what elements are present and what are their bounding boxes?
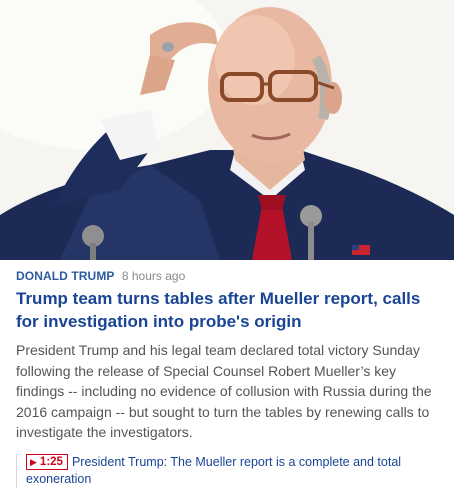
video-duration-badge[interactable]: ▶ 1:25 <box>26 454 68 470</box>
article-meta: DONALD TRUMP 8 hours ago <box>16 268 185 284</box>
play-icon: ▶ <box>30 457 37 467</box>
article-card: DONALD TRUMP 8 hours ago Trump team turn… <box>0 0 454 498</box>
article-summary: President Trump and his legal team decla… <box>16 342 432 440</box>
article-headline[interactable]: Trump team turns tables after Mueller re… <box>16 287 446 333</box>
video-title[interactable]: President Trump: The Mueller report is a… <box>26 455 401 486</box>
timestamp: 8 hours ago <box>121 269 186 283</box>
related-video[interactable]: ▶ 1:25 President Trump: The Mueller report… <box>16 454 446 488</box>
video-duration: 1:25 <box>39 456 63 468</box>
category-label[interactable]: DONALD TRUMP <box>16 269 115 283</box>
article-photo[interactable] <box>0 0 454 260</box>
